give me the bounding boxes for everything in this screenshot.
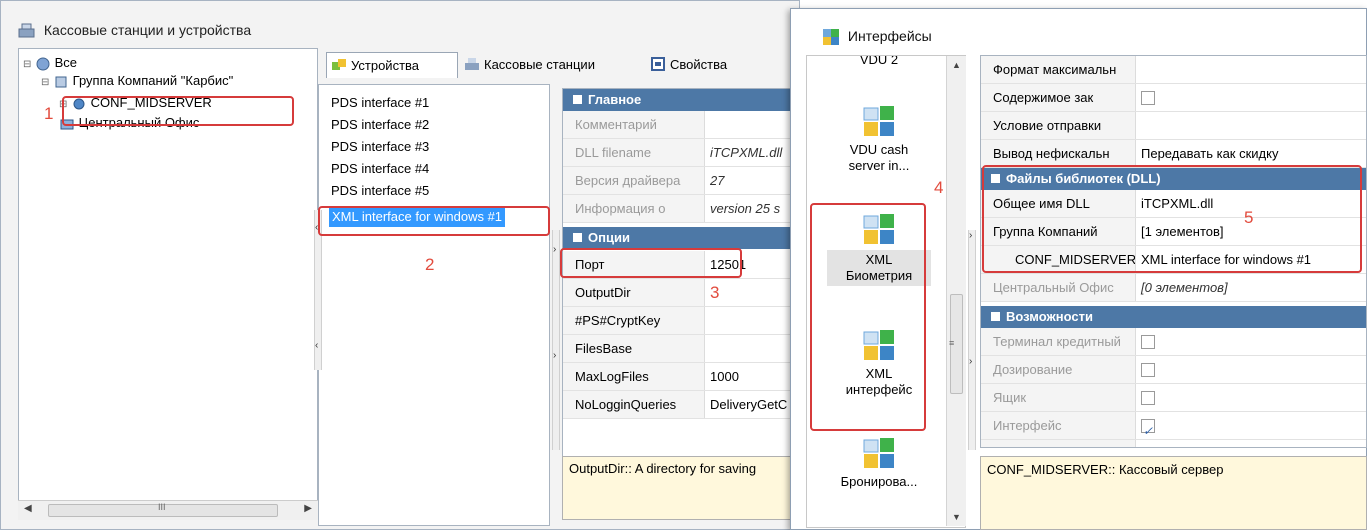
category-options[interactable]: Опции (563, 227, 801, 249)
annotation-box-3 (560, 248, 742, 278)
prop-row[interactable]: Информация о version 25 s (563, 195, 801, 223)
checkbox[interactable] (1141, 334, 1155, 349)
interface-property-description: CONF_MIDSERVER:: Кассовый сервер (980, 456, 1367, 530)
annotation-box-4 (810, 203, 926, 431)
prop-row[interactable]: Дозирование (981, 356, 1366, 384)
list-item[interactable]: PDS interface #5 (331, 181, 429, 201)
device-list[interactable]: PDS interface #1 PDS interface #2 PDS in… (318, 84, 550, 526)
company-icon (55, 76, 67, 88)
prop-row[interactable]: Формат максимальн (981, 56, 1366, 84)
list-item[interactable]: PDS interface #1 (331, 93, 429, 113)
prop-row[interactable]: DLL filename iTCPXML.dll (563, 139, 801, 167)
chevron-right-icon: › (969, 356, 973, 367)
annotation-box-2 (318, 206, 550, 236)
annotation-number-3: 3 (710, 283, 720, 302)
splitter-right[interactable]: › › (552, 230, 560, 450)
interface-block-icon (863, 438, 894, 468)
list-item[interactable]: PDS interface #2 (331, 115, 429, 135)
interfaces-icon (823, 29, 839, 46)
tab-cash-stations[interactable]: Кассовые станции (460, 52, 644, 78)
scroll-grip-icon: III (158, 502, 166, 512)
prop-row[interactable]: Версия драйвера 27 (563, 167, 801, 195)
interface-block-icon (863, 106, 894, 136)
tree-node-all[interactable]: ⊟ Все (23, 53, 77, 73)
devices-icon (332, 59, 346, 70)
prop-row[interactable]: #PS#CryptKey (563, 307, 801, 335)
chevron-right-icon: › (553, 244, 557, 255)
folder-icon (36, 57, 50, 71)
prop-row[interactable]: Печать (981, 440, 1366, 447)
category-capabilities[interactable]: Возможности (981, 306, 1366, 328)
content-checkbox[interactable] (1141, 90, 1155, 105)
chevron-right-icon: › (969, 230, 973, 241)
splitter-interfaces[interactable]: › › (968, 230, 976, 450)
prop-row[interactable]: MaxLogFiles 1000 (563, 363, 801, 391)
property-description: OutputDir:: A directory for saving (562, 456, 802, 520)
palette-item-booking[interactable]: Бронирова... (827, 436, 931, 516)
tab-properties[interactable]: Свойства (646, 52, 756, 78)
main-window-title: Кассовые станции и устройства (18, 22, 251, 39)
checkbox[interactable] (1141, 390, 1155, 405)
annotation-number-1: 1 (44, 104, 54, 123)
prop-row[interactable]: OutputDir (563, 279, 801, 307)
prop-row[interactable]: Вывод нефискальн Передавать как скидку (981, 140, 1366, 168)
tree-node-company[interactable]: ⊟ Группа Компаний "Карбис" (41, 71, 233, 91)
annotation-number-5: 5 (1244, 208, 1254, 227)
tree-horizontal-scrollbar[interactable]: ◀ III ▶ (18, 500, 318, 520)
prop-row[interactable]: Центральный Офис [0 элементов] (981, 274, 1366, 302)
cash-register-icon (18, 23, 35, 38)
interfaces-window-title: Интерфейсы (822, 28, 932, 46)
annotation-box-5 (982, 165, 1362, 273)
checkbox-checked[interactable] (1141, 417, 1155, 440)
prop-row[interactable]: Содержимое зак (981, 84, 1366, 112)
annotation-number-4: 4 (934, 178, 944, 197)
annotation-box-1 (62, 96, 294, 126)
prop-row[interactable]: NoLogginQueries DeliveryGetC (563, 391, 801, 419)
prop-row[interactable]: Терминал кредитный (981, 328, 1366, 356)
prop-row[interactable]: Интерфейс (981, 412, 1366, 440)
palette-item-vdu2[interactable]: VDU 2 (827, 56, 931, 72)
prop-row[interactable]: Комментарий (563, 111, 801, 139)
chevron-right-icon: › (553, 350, 557, 361)
palette-vertical-scrollbar[interactable]: ▲ ≡ ▼ (946, 56, 966, 526)
scroll-right-icon[interactable]: ▶ (304, 503, 312, 514)
chevron-left-icon: ‹ (315, 340, 319, 351)
prop-row[interactable]: FilesBase (563, 335, 801, 363)
scroll-up-icon[interactable]: ▲ (952, 60, 961, 70)
prop-row[interactable]: Условие отправки (981, 112, 1366, 140)
prop-row[interactable]: Ящик (981, 384, 1366, 412)
palette-item-vdu-cash[interactable]: VDU cash server in... (827, 104, 931, 200)
scroll-down-icon[interactable]: ▼ (952, 512, 961, 522)
tab-devices[interactable]: Устройства (326, 52, 458, 78)
category-main[interactable]: Главное (563, 89, 801, 111)
properties-icon (651, 57, 665, 71)
list-item[interactable]: PDS interface #3 (331, 137, 429, 157)
list-item[interactable]: PDS interface #4 (331, 159, 429, 179)
scroll-grip-icon: ≡ (949, 338, 955, 348)
annotation-number-2: 2 (425, 255, 435, 274)
checkbox[interactable] (1141, 362, 1155, 377)
cash-station-icon (465, 58, 479, 70)
scroll-left-icon[interactable]: ◀ (24, 503, 32, 514)
